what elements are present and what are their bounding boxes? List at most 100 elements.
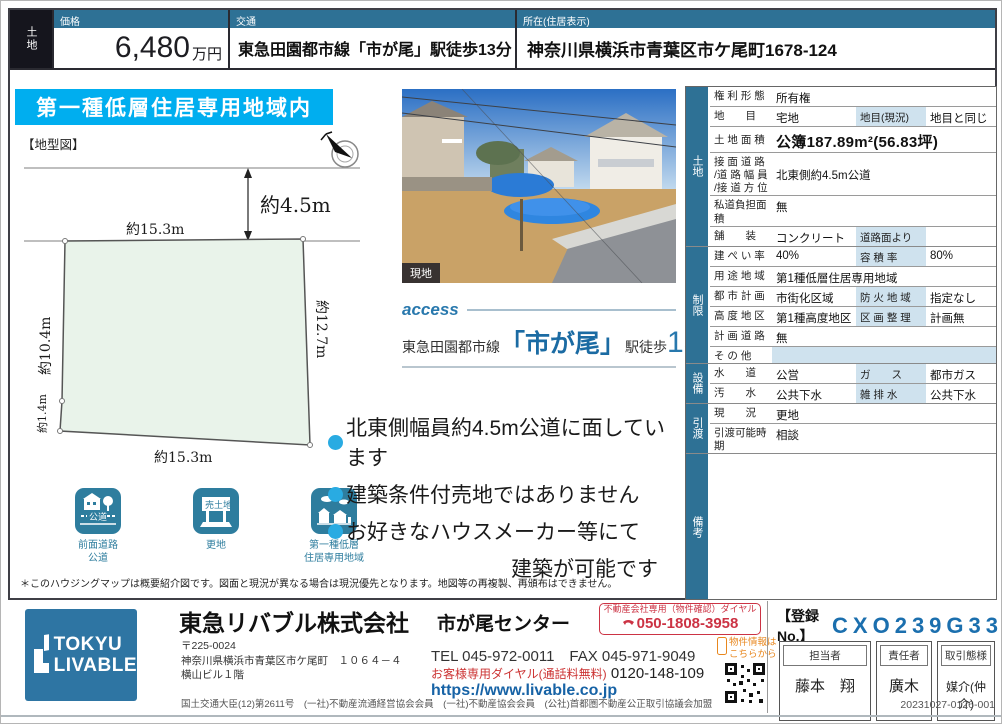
flyer-page: 土地 価格 6,480 万円 交通 東急田園都市線「市が尾」駅徒歩13分 所在(… <box>0 0 1002 724</box>
table-row: 都 市 計 画市街化区域防 火 地 域指定なし <box>710 286 996 306</box>
table-row: 権 利 形 態所有権 <box>710 87 996 106</box>
price-value: 6,480 <box>115 31 190 65</box>
table-row: 接 面 道 路 /道 路 幅 員 /接 道 方 位北東側約4.5m公道 <box>710 152 996 195</box>
location-header: 所在(住居表示) <box>517 10 995 28</box>
document-number: 20231027-0126-001 <box>900 699 995 711</box>
site-photo: 現地 <box>402 89 676 283</box>
table-row: 地 目宅地地目(現況)地目と同じ <box>710 106 996 126</box>
registration-number: CXO239G33 <box>832 613 1002 639</box>
section-remarks: 備考 <box>686 454 710 599</box>
table-row: 汚 水公共下水雑 排 水公共下水 <box>710 383 996 403</box>
logo-text-2: LIVABLE <box>54 655 137 676</box>
access-section: access 東急田園都市線 「市が尾」 駅徒歩 13 分 <box>402 300 676 368</box>
registration: 【登録No.】 CXO239G33 <box>777 606 1002 646</box>
table-row: 現 況更地 <box>710 404 996 423</box>
transport-column: 交通 東急田園都市線「市が尾」駅徒歩13分 <box>228 10 515 68</box>
section-land: 土地 <box>686 87 710 246</box>
selling-point-continuation: 建築が可能です <box>328 553 680 583</box>
remarks-empty-cell <box>710 454 996 599</box>
photo-caption: 現地 <box>402 263 440 283</box>
bullet-icon <box>328 435 343 450</box>
badge-road-text: 公道 <box>89 511 107 522</box>
dim-bottom: 約15.3m <box>154 450 212 466</box>
customer-dial-label: お客様専用ダイヤル(通話料無料) <box>431 667 607 681</box>
table-row: 高 度 地 区第1種高度地区区 画 整 理計画無 <box>710 306 996 326</box>
sale-sign-icon: 売土地 <box>193 488 239 534</box>
road-house-icon: 公道 <box>75 488 121 534</box>
license-line: 国土交通大臣(12)第2611号 (一社)不動産流通経営協会会員 (一社)不動産… <box>181 696 712 710</box>
qr-code <box>723 661 767 705</box>
bullet-icon <box>328 487 343 502</box>
badge-label: 更地 <box>206 539 226 552</box>
spec-table: 土地 権 利 形 態所有権 地 目宅地地目(現況)地目と同じ 土 地 面 積公簿… <box>685 86 997 600</box>
address-line1: 神奈川県横浜市青葉区市ケ尾町 １０６４－４ <box>181 654 402 669</box>
staff-name: 藤本 翔 <box>780 669 870 704</box>
price-unit: 万円 <box>192 43 222 64</box>
bullet-icon <box>328 524 343 539</box>
dim-top: 約15.3m <box>126 222 184 238</box>
dealer-dial-label: 不動産会社専用（物件確認）ダイヤル <box>604 605 757 615</box>
table-row: 水 道公営ガ ス都市ガス <box>710 364 996 383</box>
transport-value: 東急田園都市線「市が尾」駅徒歩13分 <box>230 28 515 68</box>
company-address: 〒225-0024 神奈川県横浜市青葉区市ケ尾町 １０６４－４ 横山ビル１階 <box>181 639 402 683</box>
customer-dial-number: 0120-148-109 <box>611 665 704 682</box>
badge-vacant-lot: 売土地 更地 <box>170 488 262 565</box>
site-photo-scene <box>402 89 676 283</box>
access-station: 「市が尾」 <box>500 324 625 360</box>
staff-title: 責任者 <box>880 645 928 666</box>
main-sheet: 土地 価格 6,480 万円 交通 東急田園都市線「市が尾」駅徒歩13分 所在(… <box>8 8 997 600</box>
tel-fax: TEL 045-972-0011 FAX 045-971-9049 <box>431 645 695 666</box>
section-handover: 引渡 <box>686 404 710 453</box>
access-divider <box>402 366 676 368</box>
price-header: 価格 <box>54 10 228 28</box>
section-utilities: 設備 <box>686 364 710 403</box>
table-row: 建 ぺ い 率40%容 積 率80% <box>710 247 996 266</box>
badge-sign-text: 売土地 <box>205 499 232 510</box>
footer: TOKYU LIVABLE 東急リバブル株式会社 市が尾センター 〒225-00… <box>1 601 1002 724</box>
dim-road-width: 約4.5m <box>260 193 331 217</box>
selling-point: 北東側幅員約4.5m公道に面しています <box>346 412 680 472</box>
location-value: 神奈川県横浜市青葉区市ケ尾町1678-124 <box>517 28 995 68</box>
table-row: 引渡可能時期相談 <box>710 423 996 453</box>
staff-name: 媒介(仲介) <box>938 669 994 720</box>
table-row: 舗 装コンクリート道路面より <box>710 226 996 246</box>
address-line2: 横山ビル１階 <box>181 668 402 683</box>
registration-label: 【登録No.】 <box>777 606 828 646</box>
table-row: 計 画 道 路無 <box>710 326 996 346</box>
tokyu-livable-logo: TOKYU LIVABLE <box>25 609 137 701</box>
footer-divider <box>767 601 768 713</box>
customer-dial: お客様専用ダイヤル(通話料無料) 0120-148-109 <box>431 665 704 682</box>
logo-text-1: TOKYU <box>54 634 137 655</box>
branch-name: 市が尾センター <box>437 609 570 636</box>
staff-title: 取引態様 <box>941 645 991 666</box>
access-rail-line: 東急田園都市線 <box>402 337 500 357</box>
phone-icon <box>622 618 635 629</box>
badge-front-road: 公道 前面道路 公道 <box>52 488 144 565</box>
company-name: 東急リバブル株式会社 <box>179 604 409 638</box>
table-row: そ の 他 <box>710 346 996 363</box>
postal-code: 〒225-0024 <box>181 639 402 654</box>
table-row: 土 地 面 積公簿187.89m²(56.83坪) <box>710 126 996 152</box>
dim-left: 約10.4m <box>38 317 54 375</box>
smartphone-icon <box>717 637 727 655</box>
table-row: 用 途 地 域第1種低層住居専用地域 <box>710 266 996 286</box>
selling-point: お好きなハウスメーカー等にて <box>346 516 640 546</box>
badge-label: 前面道路 公道 <box>78 539 118 565</box>
header-table: 土地 価格 6,480 万円 交通 東急田園都市線「市が尾」駅徒歩13分 所在(… <box>10 10 995 70</box>
price-column: 価格 6,480 万円 <box>52 10 228 68</box>
staff-title: 担当者 <box>783 645 867 666</box>
table-row: 私道負担面積無 <box>710 195 996 225</box>
bottom-rule <box>1 715 1002 717</box>
zoning-banner: 第一種低層住居専用地域内 <box>15 89 333 125</box>
section-restrictions: 制限 <box>686 247 710 363</box>
selling-points: 北東側幅員約4.5m公道に面しています 建築条件付売地ではありません お好きなハ… <box>328 412 680 583</box>
location-column: 所在(住居表示) 神奈川県横浜市青葉区市ケ尾町1678-124 <box>515 10 995 68</box>
logo-mark-icon <box>32 633 49 677</box>
staff-box-agent: 担当者 藤本 翔 <box>779 641 871 721</box>
dealer-dial-box: 不動産会社専用（物件確認）ダイヤル 050-1808-3958 <box>599 603 761 635</box>
access-title: access <box>402 300 459 320</box>
dim-right: 約12.7m <box>313 300 329 358</box>
category-label: 土地 <box>10 10 52 68</box>
dim-left-small: 約1.4m <box>35 394 49 433</box>
access-rule <box>467 309 676 311</box>
